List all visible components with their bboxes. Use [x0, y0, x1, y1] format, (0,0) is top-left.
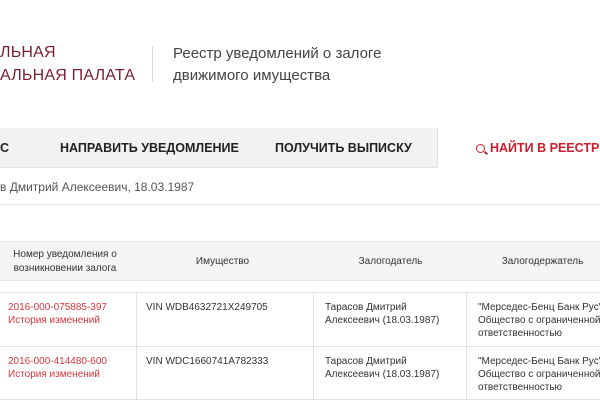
search-icon: [476, 144, 485, 153]
notice-number-link[interactable]: 2016-000-075885-397: [8, 301, 107, 314]
nav-item-search-registry[interactable]: НАЙТИ В РЕЕСТРЕ: [437, 128, 600, 168]
pledgor-cell: Тарасов Дмитрий Алексеевич (18.03.1987): [325, 356, 440, 380]
nav-item-get-extract[interactable]: ПОЛУЧИТЬ ВЫПИСКУ: [275, 128, 412, 168]
table-row: 2016-000-075885-397 История изменений VI…: [0, 292, 600, 347]
nav-search-label: НАЙТИ В РЕЕСТРЕ: [490, 141, 600, 155]
pledgee-cell: "Мерседес-Бенц Банк Рус" Общество с огра…: [478, 356, 600, 393]
column-header-pledgee: Залогодержатель: [501, 256, 584, 267]
nav-item-partial[interactable]: С: [0, 128, 9, 168]
pledgee-cell: "Мерседес-Бенц Банк Рус" Общество с огра…: [478, 302, 600, 339]
search-query-summary: в Дмитрий Алексеевич, 18.03.1987: [0, 180, 195, 194]
registry-title-line-1: Реестр уведомлений о залоге: [173, 45, 382, 62]
nav-item-send-notice[interactable]: НАПРАВИТЬ УВЕДОМЛЕНИЕ: [60, 128, 239, 168]
header-divider: [152, 46, 153, 82]
property-cell: VIN WDC1660741A782333: [146, 356, 269, 367]
notice-number-link[interactable]: 2016-000-414480-600: [8, 355, 107, 368]
column-header-pledgor: Залогодатель: [358, 256, 423, 267]
change-history-link[interactable]: История изменений: [8, 314, 107, 327]
table-row: 2016-000-414480-600 История изменений VI…: [0, 346, 600, 400]
property-cell: VIN WDB4632721X249705: [146, 302, 268, 313]
main-nav: С НАПРАВИТЬ УВЕДОМЛЕНИЕ ПОЛУЧИТЬ ВЫПИСКУ…: [0, 128, 600, 168]
results-table-header: Номер уведомления о возникновении залога…: [0, 241, 600, 281]
change-history-link[interactable]: История изменений: [8, 368, 107, 381]
registry-title-line-2: движимого имущества: [173, 67, 331, 84]
org-name-line-2[interactable]: АЛЬНАЯ ПАЛАТА: [0, 67, 135, 85]
notice-number-cell: 2016-000-075885-397 История изменений: [8, 301, 107, 327]
query-divider: [0, 204, 600, 205]
column-header-property: Имущество: [195, 256, 250, 267]
column-header-number: Номер уведомления о возникновении залога: [13, 249, 117, 274]
org-name-line-1[interactable]: ЛЬНАЯ: [0, 44, 56, 62]
pledgor-cell: Тарасов Дмитрий Алексеевич (18.03.1987): [325, 302, 440, 326]
site-header: ЛЬНАЯ АЛЬНАЯ ПАЛАТА Реестр уведомлений о…: [0, 0, 600, 128]
notice-number-cell: 2016-000-414480-600 История изменений: [8, 355, 107, 381]
